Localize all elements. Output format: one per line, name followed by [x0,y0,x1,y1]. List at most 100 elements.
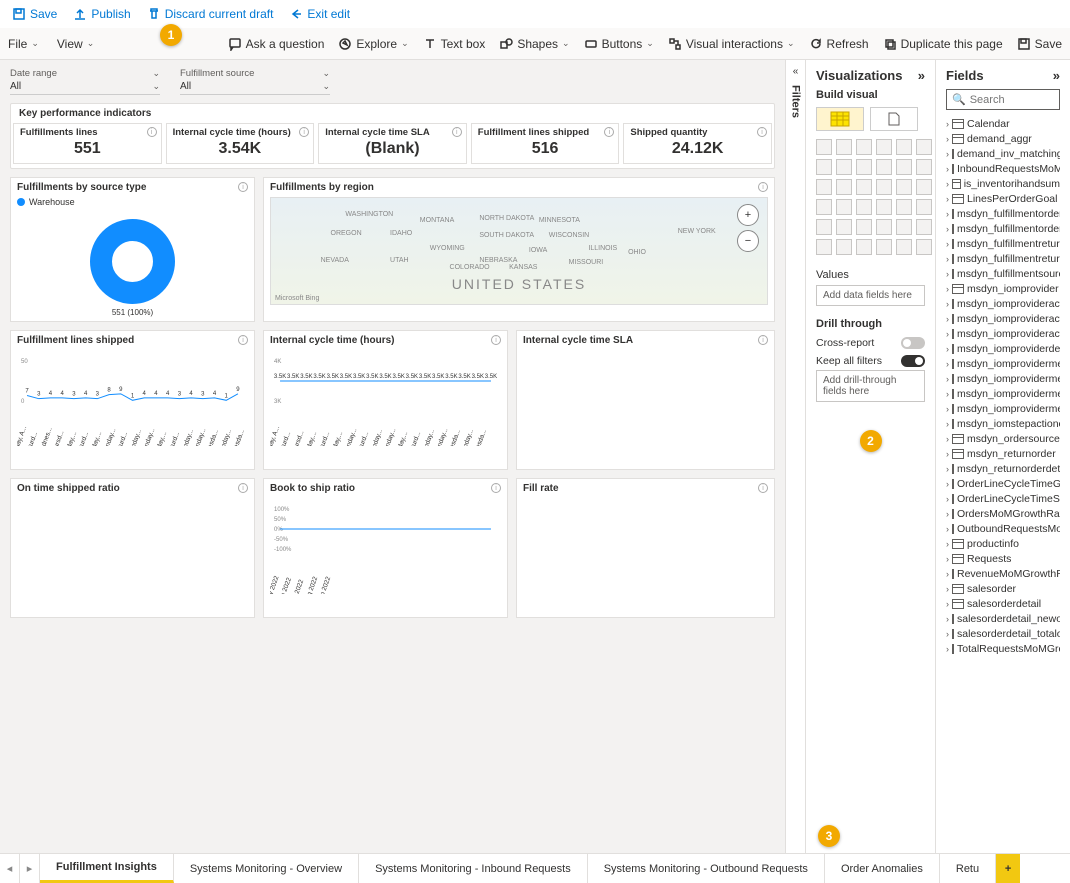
viz-type-icon[interactable] [916,139,932,155]
book-ship-card[interactable]: Book to ship ratioi -100%-50%0%50%100%Ma… [263,478,508,618]
discard-command[interactable]: Discard current draft [147,7,274,21]
field-table[interactable]: ›OutboundRequestsMo... [946,521,1060,536]
expand-icon[interactable]: « [793,66,799,77]
viz-type-icon[interactable] [856,159,872,175]
info-icon[interactable]: i [757,127,767,137]
exit-edit-command[interactable]: Exit edit [289,7,350,21]
field-table[interactable]: ›salesorder [946,581,1060,596]
textbox-button[interactable]: Text box [423,37,486,51]
viz-type-icon[interactable] [816,179,832,195]
ask-question-button[interactable]: Ask a question [228,37,325,51]
info-icon[interactable]: i [604,127,614,137]
info-icon[interactable]: i [238,335,248,345]
add-page-button[interactable]: + [996,854,1020,883]
fulfillment-source-slicer[interactable]: Fulfillment source⌄ All⌄ [180,68,330,95]
map-visual[interactable]: + − UNITED STATES Microsoft Bing WASHING… [270,197,768,305]
info-icon[interactable]: i [491,335,501,345]
zoom-in-button[interactable]: + [737,204,759,226]
field-table[interactable]: ›msdyn_fulfillmentsource [946,266,1060,281]
field-table[interactable]: ›InboundRequestsMoM... [946,161,1060,176]
viz-type-icon[interactable] [836,139,852,155]
viz-type-icon[interactable] [816,219,832,235]
info-icon[interactable]: i [758,335,768,345]
collapse-icon[interactable]: » [918,68,925,83]
kpi-card[interactable]: Internal cycle time (hours)3.54Ki [166,123,315,164]
cycle-sla-card[interactable]: Internal cycle time SLAi [516,330,775,470]
viz-type-icon[interactable] [816,139,832,155]
field-table[interactable]: ›Requests [946,551,1060,566]
viz-type-icon[interactable] [836,239,852,255]
map-card[interactable]: Fulfillments by regioni + − UNITED STATE… [263,177,775,322]
viz-type-icon[interactable] [856,179,872,195]
format-tab[interactable] [870,107,918,131]
page-tab[interactable]: Fulfillment Insights [40,854,174,883]
report-canvas[interactable]: Date range⌄ All⌄ Fulfillment source⌄ All… [0,60,785,853]
cycle-time-card[interactable]: Internal cycle time (hours)i 3K4K3.5K3.5… [263,330,508,470]
zoom-out-button[interactable]: − [737,230,759,252]
drill-dropzone[interactable]: Add drill-through fields here [816,370,925,402]
values-dropzone[interactable]: Add data fields here [816,285,925,306]
publish-command[interactable]: Publish [73,7,130,21]
viz-type-icon[interactable] [876,139,892,155]
info-icon[interactable]: i [452,127,462,137]
viz-type-icon[interactable] [916,159,932,175]
kpi-card[interactable]: Fulfillment lines shipped516i [471,123,620,164]
info-icon[interactable]: i [758,182,768,192]
info-icon[interactable]: i [238,182,248,192]
field-table[interactable]: ›demand_aggr [946,131,1060,146]
field-table[interactable]: ›msdyn_ordersource [946,431,1060,446]
field-table[interactable]: ›msdyn_fulfillmentretur... [946,251,1060,266]
filters-rail[interactable]: « Filters [785,60,805,853]
viz-type-icon[interactable] [896,239,912,255]
viz-type-icon[interactable] [876,159,892,175]
shapes-button[interactable]: Shapes⌄ [499,37,569,51]
fill-rate-card[interactable]: Fill ratei [516,478,775,618]
field-table[interactable]: ›Calendar [946,116,1060,131]
viz-type-icon[interactable] [896,179,912,195]
on-time-card[interactable]: On time shipped ratioi [10,478,255,618]
kpi-card[interactable]: Internal cycle time SLA(Blank)i [318,123,467,164]
page-tab[interactable]: Systems Monitoring - Inbound Requests [359,854,588,883]
field-table[interactable]: ›msdyn_returnorder [946,446,1060,461]
cross-report-toggle[interactable] [901,337,925,349]
keep-filters-toggle[interactable] [901,355,925,367]
fields-search[interactable]: 🔍 [946,89,1060,110]
field-table[interactable]: ›msdyn_fulfillmentretur... [946,236,1060,251]
lines-shipped-card[interactable]: Fulfillment lines shippedi 0507344343891… [10,330,255,470]
field-table[interactable]: ›msdyn_iomprovideracti... [946,311,1060,326]
page-tab[interactable]: Systems Monitoring - Overview [174,854,359,883]
field-table[interactable]: ›msdyn_fulfillmentorder [946,206,1060,221]
page-tab[interactable]: Systems Monitoring - Outbound Requests [588,854,825,883]
viz-type-icon[interactable] [856,199,872,215]
info-icon[interactable]: i [491,483,501,493]
info-icon[interactable]: i [299,127,309,137]
viz-type-icon[interactable] [816,239,832,255]
field-table[interactable]: ›msdyn_iomstepactione... [946,416,1060,431]
viz-type-icon[interactable] [836,179,852,195]
viz-type-icon[interactable] [876,179,892,195]
field-table[interactable]: ›msdyn_iomproviderme... [946,386,1060,401]
viz-type-icon[interactable] [816,199,832,215]
field-table[interactable]: ›OrderLineCycleTimeGoal [946,476,1060,491]
search-input[interactable] [970,93,1054,106]
viz-type-icon[interactable] [876,199,892,215]
field-table[interactable]: ›msdyn_fulfillmentorder... [946,221,1060,236]
file-menu[interactable]: File⌄ [8,37,39,51]
refresh-button[interactable]: Refresh [809,37,869,51]
page-tab[interactable]: Order Anomalies [825,854,940,883]
donut-card[interactable]: Fulfillments by source typei Warehouse 5… [10,177,255,322]
field-table[interactable]: ›productinfo [946,536,1060,551]
viz-type-icon[interactable] [916,199,932,215]
viz-type-icon[interactable] [896,139,912,155]
field-table[interactable]: ›msdyn_iomproviderme... [946,401,1060,416]
field-table[interactable]: ›msdyn_iomproviderme... [946,356,1060,371]
collapse-icon[interactable]: » [1053,68,1060,83]
page-tab[interactable]: Retu [940,854,996,883]
view-menu[interactable]: View⌄ [57,37,94,51]
save-button[interactable]: Save [1017,37,1062,51]
kpi-card[interactable]: Fulfillments lines551i [13,123,162,164]
interactions-button[interactable]: Visual interactions⌄ [668,37,795,51]
field-table[interactable]: ›OrderLineCycleTimeSLA [946,491,1060,506]
viz-type-icon[interactable] [836,199,852,215]
viz-type-icon[interactable] [896,199,912,215]
